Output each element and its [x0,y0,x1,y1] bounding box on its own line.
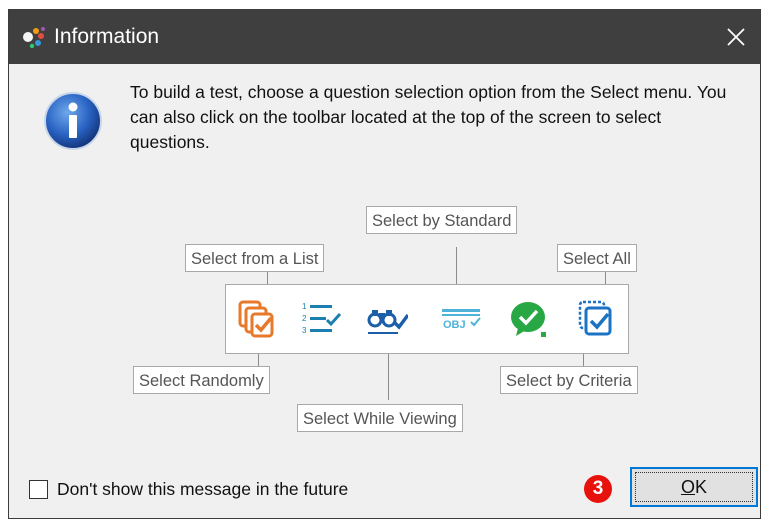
dont-show-checkbox[interactable] [29,479,48,499]
ok-button-label: OK [681,477,707,498]
callout-select-all: Select All [557,244,637,272]
info-icon [44,92,102,150]
connector-line [605,272,606,284]
callout-select-from-list: Select from a List [185,244,325,272]
dont-show-label: Don't show this message in the future [57,478,349,499]
step-badge: 3 [584,475,612,503]
ok-mnemonic: O [680,476,695,497]
select-by-standard-icon[interactable]: OBJ [440,298,482,340]
svg-text:3: 3 [302,326,307,335]
select-all-icon[interactable] [576,298,618,340]
select-from-list-icon[interactable]: 1 2 3 [300,298,342,340]
svg-text:1: 1 [302,302,307,311]
connector-line [388,354,389,400]
select-randomly-icon[interactable] [236,298,278,340]
dont-show-checkbox-row[interactable]: Don't show this message in the future [29,477,348,501]
message-text: To build a test, choose a question selec… [130,82,727,152]
connector-line [456,247,457,284]
close-button[interactable] [712,10,760,64]
select-while-viewing-icon[interactable] [366,298,408,340]
app-logo-icon [23,27,45,49]
close-icon [727,28,745,46]
svg-text:OBJ: OBJ [443,319,466,331]
ok-button[interactable]: OK [630,467,758,507]
select-by-criteria-icon[interactable] [508,298,550,340]
selection-toolbar: 1 2 3 OBJ [225,284,629,354]
window-title: Information [54,25,160,48]
svg-text:2: 2 [302,314,307,323]
connector-line [267,272,268,284]
callout-select-while-viewing: Select While Viewing [297,404,463,432]
callout-select-by-standard: Select by Standard [366,206,518,234]
connector-line [583,354,584,366]
callout-select-randomly: Select Randomly [133,366,270,394]
callout-select-by-criteria: Select by Criteria [500,366,638,394]
ok-rest: K [695,476,708,497]
connector-line [258,354,259,366]
title-bar: Information [9,10,760,64]
information-dialog: Information To build a test, choose a qu… [8,9,761,519]
